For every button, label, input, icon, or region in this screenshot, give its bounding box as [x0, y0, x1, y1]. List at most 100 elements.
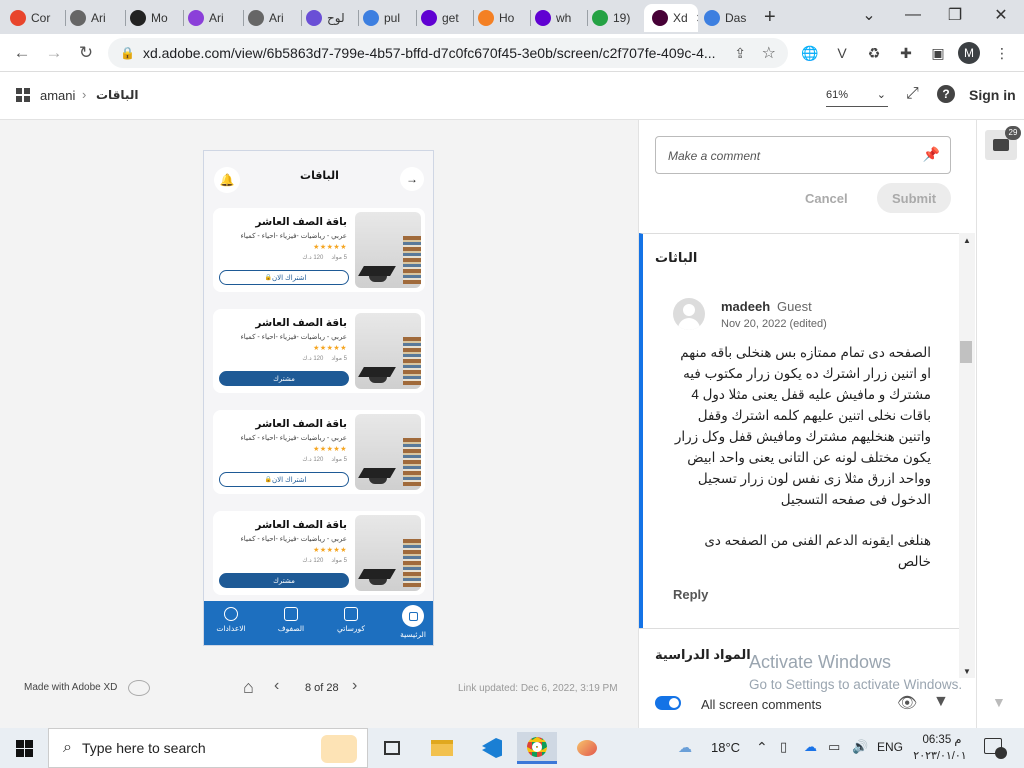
browser-tab[interactable]: Ari: [70, 4, 120, 32]
volume-icon[interactable]: 🔊: [852, 739, 868, 755]
package-card[interactable]: باقة الصف العاشر عربي - رياضيات -فيزياء -…: [213, 309, 425, 393]
fullscreen-icon[interactable]: ⤢: [906, 85, 919, 103]
windows-watermark-subtitle: Go to Settings to activate Windows.: [749, 677, 963, 692]
browser-tab[interactable]: Ari: [188, 4, 238, 32]
vscode-icon[interactable]: [472, 732, 512, 764]
paint-icon[interactable]: [567, 732, 607, 764]
extension-v-icon[interactable]: V: [832, 43, 852, 63]
package-subscribe-button[interactable]: مشترك: [219, 371, 349, 386]
all-comments-toggle[interactable]: [655, 696, 681, 710]
pin-icon[interactable]: 📌: [923, 146, 940, 163]
rail-filter-icon[interactable]: ▼: [992, 694, 1006, 710]
browser-tab[interactable]: pul: [363, 4, 413, 32]
next-screen-icon[interactable]: ›: [352, 677, 357, 695]
comment-input[interactable]: Make a comment 📌: [655, 136, 951, 174]
weather-icon[interactable]: ☁: [678, 739, 692, 756]
browser-tab[interactable]: Cor: [10, 4, 60, 32]
grid-view-icon[interactable]: [16, 88, 30, 102]
close-tab-icon[interactable]: ✕: [696, 12, 698, 25]
browser-tab[interactable]: get: [421, 4, 471, 32]
breadcrumb-user[interactable]: amani: [40, 88, 75, 103]
comment-bubble-icon: [993, 139, 1009, 151]
minimize-icon[interactable]: —: [900, 4, 926, 26]
address-bar[interactable]: 🔒 xd.adobe.com/view/6b5863d7-799e-4b57-b…: [108, 38, 788, 68]
nav-home[interactable]: الرئيسية: [388, 605, 433, 639]
breadcrumb-page: الباقات: [96, 88, 139, 102]
package-meta: 5 مواد 120 د.ك: [302, 355, 347, 362]
browser-menu-icon[interactable]: ⋮: [992, 43, 1012, 63]
browser-tab[interactable]: لوح: [306, 4, 356, 32]
back-icon[interactable]: ←: [10, 41, 34, 65]
reply-link[interactable]: Reply: [673, 587, 708, 602]
notifications-icon[interactable]: [984, 738, 1007, 759]
submit-button[interactable]: Submit: [877, 183, 951, 213]
network-icon[interactable]: ▭: [828, 739, 840, 755]
onedrive-icon[interactable]: ☁: [804, 739, 817, 755]
scrollbar-thumb[interactable]: [960, 341, 972, 363]
package-meta: 5 مواد 120 د.ك: [302, 254, 347, 261]
chrome-icon[interactable]: [517, 732, 557, 764]
reload-icon[interactable]: ↻: [74, 41, 98, 65]
filter-icon[interactable]: ▼: [933, 693, 949, 711]
browser-tab[interactable]: Ari: [248, 4, 298, 32]
browser-tab[interactable]: Xd ✕: [644, 4, 698, 32]
task-view-icon[interactable]: [372, 732, 412, 764]
extension-recycle-icon[interactable]: ♻: [864, 43, 884, 63]
package-card[interactable]: باقة الصف العاشر عربي - رياضيات -فيزياء -…: [213, 410, 425, 494]
weather-temp[interactable]: 18°C: [711, 740, 740, 755]
nav-settings-label: الاعدادات: [216, 624, 246, 633]
package-button-label: اشتراك الان: [271, 476, 307, 484]
package-rating: ★★★★★: [313, 244, 347, 251]
lock-icon: 🔒: [264, 477, 272, 483]
language-indicator[interactable]: ENG: [877, 740, 903, 754]
close-window-icon[interactable]: ✕: [988, 4, 1014, 26]
side-panel-icon[interactable]: ▣: [928, 43, 948, 63]
settings-gear-icon: [224, 607, 238, 621]
extension-globe-icon[interactable]: 🌐: [800, 43, 820, 63]
tab-favicon-icon: [652, 10, 668, 26]
all-comments-label: All screen comments: [701, 697, 822, 712]
package-title: باقة الصف العاشر: [255, 216, 347, 228]
clock-time[interactable]: 06:35 م: [914, 732, 970, 746]
browser-tab[interactable]: 19): [592, 4, 642, 32]
hide-comments-icon[interactable]: 👁: [897, 693, 917, 713]
windows-start-icon[interactable]: [4, 732, 44, 764]
taskbar-search-box[interactable]: ⌕ Type here to search: [48, 728, 368, 768]
profile-avatar[interactable]: M: [958, 42, 980, 64]
package-card[interactable]: باقة الصف العاشر عربي - رياضيات -فيزياء -…: [213, 511, 425, 595]
previous-screen-icon[interactable]: ‹: [274, 677, 279, 695]
bookmark-star-icon[interactable]: ☆: [762, 43, 776, 63]
package-subscribe-button[interactable]: 🔒 اشتراك الان: [219, 270, 349, 285]
tab-search-icon[interactable]: ⌄: [856, 4, 882, 26]
nav-settings[interactable]: الاعدادات: [206, 607, 256, 633]
nav-classes[interactable]: الصفوف: [266, 607, 316, 633]
made-with-label[interactable]: Made with Adobe XD: [24, 682, 117, 693]
file-explorer-icon[interactable]: [422, 732, 462, 764]
comments-scrollbar[interactable]: ▲ ▼: [959, 233, 975, 678]
browser-tab[interactable]: Mo: [130, 4, 180, 32]
new-tab-button[interactable]: +: [764, 6, 776, 29]
restore-icon[interactable]: ❐: [942, 4, 968, 26]
arrow-right-icon[interactable]: →: [400, 167, 424, 191]
comments-toggle-button[interactable]: 29: [985, 126, 1021, 160]
browser-tab[interactable]: Das: [704, 4, 754, 32]
package-subscribe-button[interactable]: 🔒 اشتراك الان: [219, 472, 349, 487]
package-card[interactable]: باقة الصف العاشر عربي - رياضيات -فيزياء -…: [213, 208, 425, 292]
help-icon[interactable]: ?: [937, 85, 955, 103]
home-screen-icon[interactable]: ⌂: [243, 677, 254, 698]
tray-device-icon[interactable]: ▯: [780, 739, 787, 755]
zoom-select[interactable]: 61% ⌄: [826, 85, 888, 107]
forward-icon[interactable]: →: [42, 41, 66, 65]
cancel-button[interactable]: Cancel: [805, 191, 848, 206]
tray-chevron-up-icon[interactable]: ⌃: [756, 739, 768, 756]
clock-date[interactable]: ٢٠٢٣/٠١/٠١: [910, 749, 970, 762]
nav-my-courses[interactable]: كورساتي: [326, 607, 376, 633]
browser-tab[interactable]: wh: [535, 4, 585, 32]
package-subscribe-button[interactable]: مشترك: [219, 573, 349, 588]
extensions-puzzle-icon[interactable]: ✚: [896, 43, 916, 63]
browser-tab[interactable]: Ho: [478, 4, 528, 32]
sign-in-link[interactable]: Sign in: [969, 87, 1016, 103]
search-icon: ⌕: [63, 739, 72, 756]
package-button-label: اشتراك الان: [271, 274, 307, 282]
share-icon[interactable]: ⇪: [734, 45, 746, 62]
